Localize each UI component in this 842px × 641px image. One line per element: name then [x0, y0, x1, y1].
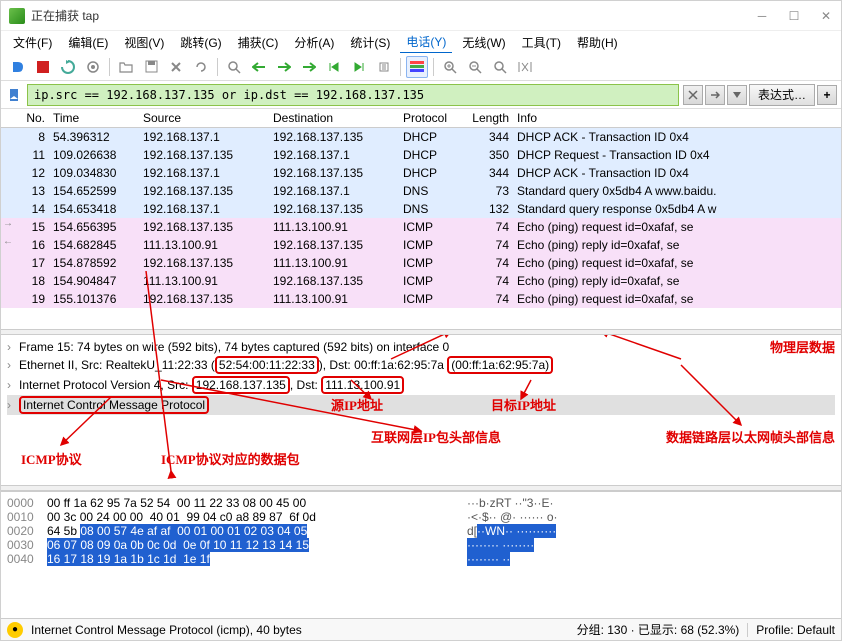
menu-analyze[interactable]: 分析(A)	[288, 32, 340, 53]
packet-row[interactable]: 12109.034830192.168.137.1192.168.137.135…	[1, 164, 841, 182]
minimize-button[interactable]: ─	[755, 9, 769, 23]
hex-view[interactable]: 000000 ff 1a 62 95 7a 52 54 00 11 22 33 …	[1, 491, 841, 596]
autoscroll-button[interactable]	[373, 56, 395, 78]
packet-list-header: No. Time Source Destination Protocol Len…	[1, 109, 841, 128]
menu-go[interactable]: 跳转(G)	[174, 32, 227, 53]
annot-dst-mac: 目标 MAC 地址	[561, 335, 651, 336]
menu-help[interactable]: 帮助(H)	[571, 32, 624, 53]
goto-button[interactable]	[298, 56, 320, 78]
save-file-button[interactable]	[140, 56, 162, 78]
toolbar	[1, 53, 841, 81]
open-file-button[interactable]	[115, 56, 137, 78]
src-mac-box: 52:54:00:11:22:33	[215, 356, 319, 374]
window-title: 正在捕获 tap	[31, 7, 755, 24]
hex-row[interactable]: 002064 5b 08 00 57 4e af af 00 01 00 01 …	[7, 524, 835, 538]
status-packets: 分组: 130 · 已显示: 68 (52.3%)	[577, 621, 740, 638]
menubar: 文件(F) 编辑(E) 视图(V) 跳转(G) 捕获(C) 分析(A) 统计(S…	[1, 31, 841, 53]
bookmark-filter-icon[interactable]	[5, 86, 23, 104]
annot-dlink: 数据链路层以太网帧头部信息	[666, 427, 835, 446]
titlebar: 正在捕获 tap ─ ☐ ✕	[1, 1, 841, 31]
annot-icmp-pkt: ICMP协议对应的数据包	[161, 449, 300, 468]
clear-filter-button[interactable]	[683, 85, 703, 105]
filter-dropdown-button[interactable]	[727, 85, 747, 105]
zoom-in-button[interactable]	[439, 56, 461, 78]
expression-button[interactable]: 表达式…	[749, 84, 815, 106]
resize-columns-button[interactable]	[514, 56, 536, 78]
col-info-header[interactable]: Info	[513, 109, 841, 127]
packet-row[interactable]: 854.396312192.168.137.1192.168.137.135DH…	[1, 128, 841, 146]
annot-icmp: ICMP协议	[21, 449, 82, 468]
menu-file[interactable]: 文件(F)	[7, 32, 58, 53]
icmp-proto-box: Internet Control Message Protocol	[19, 396, 209, 414]
packet-row[interactable]: 11109.026638192.168.137.135192.168.137.1…	[1, 146, 841, 164]
dst-mac-box: (00:ff:1a:62:95:7a)	[447, 356, 553, 374]
annot-src-mac: 源 MAC 地址	[421, 335, 498, 336]
add-filter-button[interactable]: +	[817, 85, 837, 105]
packet-details[interactable]: ›Frame 15: 74 bytes on wire (592 bits), …	[1, 335, 841, 485]
filter-bar: 表达式… +	[1, 81, 841, 109]
capture-options-button[interactable]	[82, 56, 104, 78]
display-filter-input[interactable]	[27, 84, 679, 106]
col-time-header[interactable]: Time	[49, 109, 139, 127]
packet-row[interactable]: 13154.652599192.168.137.135192.168.137.1…	[1, 182, 841, 200]
hex-row[interactable]: 001000 3c 00 24 00 00 40 01 99 04 c0 a8 …	[7, 510, 835, 524]
col-proto-header[interactable]: Protocol	[399, 109, 465, 127]
src-ip-box: 192.168.137.135	[192, 376, 290, 394]
menu-telephony[interactable]: 电话(Y)	[400, 31, 452, 53]
go-back-button[interactable]	[248, 56, 270, 78]
packet-row[interactable]: 14154.653418192.168.137.1192.168.137.135…	[1, 200, 841, 218]
maximize-button[interactable]: ☐	[787, 9, 801, 23]
restart-capture-button[interactable]	[57, 56, 79, 78]
zoom-reset-button[interactable]	[489, 56, 511, 78]
zoom-out-button[interactable]	[464, 56, 486, 78]
detail-ip[interactable]: ›Internet Protocol Version 4, Src: 192.1…	[7, 375, 835, 395]
menu-tools[interactable]: 工具(T)	[516, 32, 567, 53]
close-file-button[interactable]	[165, 56, 187, 78]
app-logo	[9, 8, 25, 24]
apply-filter-button[interactable]	[705, 85, 725, 105]
menu-edit[interactable]: 编辑(E)	[62, 32, 114, 53]
goto-first-button[interactable]	[323, 56, 345, 78]
col-length-header[interactable]: Length	[465, 109, 513, 127]
menu-wireless[interactable]: 无线(W)	[456, 32, 511, 53]
menu-capture[interactable]: 捕获(C)	[232, 32, 285, 53]
col-dest-header[interactable]: Destination	[269, 109, 399, 127]
menu-stats[interactable]: 统计(S)	[344, 32, 396, 53]
menu-view[interactable]: 视图(V)	[118, 32, 170, 53]
packet-row[interactable]: 18154.904847111.13.100.91192.168.137.135…	[1, 272, 841, 290]
col-no-header[interactable]: No.	[1, 109, 49, 127]
find-button[interactable]	[223, 56, 245, 78]
reload-button[interactable]	[190, 56, 212, 78]
go-forward-button[interactable]	[273, 56, 295, 78]
goto-last-button[interactable]	[348, 56, 370, 78]
annot-inet: 互联网层IP包头部信息	[371, 427, 501, 446]
hex-row[interactable]: 000000 ff 1a 62 95 7a 52 54 00 11 22 33 …	[7, 496, 835, 510]
start-capture-button[interactable]	[7, 56, 29, 78]
status-profile[interactable]: Profile: Default	[747, 623, 835, 637]
detail-ethernet[interactable]: ›Ethernet II, Src: RealtekU_11:22:33 (52…	[7, 355, 835, 375]
col-source-header[interactable]: Source	[139, 109, 269, 127]
packet-row[interactable]: 19155.101376192.168.137.135111.13.100.91…	[1, 290, 841, 308]
detail-icmp[interactable]: ›Internet Control Message Protocol	[7, 395, 835, 415]
packet-row[interactable]: 15154.656395192.168.137.135111.13.100.91…	[1, 218, 841, 236]
packet-list[interactable]: No. Time Source Destination Protocol Len…	[1, 109, 841, 329]
dst-ip-box: 111.13.100.91	[321, 376, 404, 394]
hex-row[interactable]: 004016 17 18 19 1a 1b 1c 1d 1e 1f·······…	[7, 552, 835, 566]
colorize-button[interactable]	[406, 56, 428, 78]
detail-frame[interactable]: ›Frame 15: 74 bytes on wire (592 bits), …	[7, 339, 835, 355]
packet-row[interactable]: 16154.682845111.13.100.91192.168.137.135…	[1, 236, 841, 254]
stop-capture-button[interactable]	[32, 56, 54, 78]
status-bar: ● Internet Control Message Protocol (icm…	[1, 618, 841, 640]
status-selected: Internet Control Message Protocol (icmp)…	[31, 623, 302, 637]
packet-row[interactable]: 17154.878592192.168.137.135111.13.100.91…	[1, 254, 841, 272]
expert-info-icon[interactable]: ●	[7, 622, 23, 638]
close-button[interactable]: ✕	[819, 9, 833, 23]
hex-row[interactable]: 003006 07 08 09 0a 0b 0c 0d 0e 0f 10 11 …	[7, 538, 835, 552]
